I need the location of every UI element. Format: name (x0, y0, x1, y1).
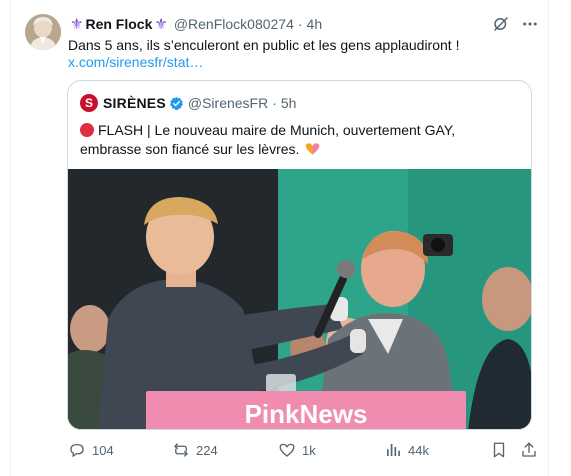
quote-author-name[interactable]: SIRÈNES (103, 95, 166, 111)
tweet-header: ⚜ Ren Flock ⚜ @RenFlock080274 · 4h (68, 14, 322, 34)
reply-icon (70, 444, 84, 458)
avatar[interactable] (25, 14, 61, 50)
like-count: 1k (302, 442, 316, 458)
quote-time[interactable]: 5h (281, 95, 297, 111)
tweet-link[interactable]: x.com/sirenesfr/stat… (68, 53, 203, 72)
quote-text: FLASH | Le nouveau maire de Munich, ouve… (80, 121, 520, 159)
reply-count: 104 (92, 442, 114, 458)
more-icon[interactable] (521, 15, 539, 33)
quote-header: S SIRÈNES @SirenesFR · 5h (80, 93, 296, 113)
share-icon (522, 442, 536, 457)
views-count: 44k (408, 442, 429, 458)
pinknews-caption: PinkNews (245, 399, 368, 429)
tweet-time[interactable]: 4h (307, 16, 323, 32)
separator-dot: · (272, 95, 277, 111)
heart-icon (279, 443, 295, 457)
red-circle-icon (80, 123, 94, 137)
repost-button[interactable]: 224 (172, 440, 218, 460)
quoted-tweet[interactable]: S SIRÈNES @SirenesFR · 5h FLASH | Le nou… (67, 80, 532, 430)
repost-count: 224 (196, 442, 218, 458)
grok-icon[interactable] (492, 15, 510, 33)
separator-dot: · (297, 16, 303, 32)
views-button[interactable]: 44k (384, 440, 429, 460)
author-handle[interactable]: @RenFlock080274 (174, 16, 294, 32)
quote-text-body: FLASH | Le nouveau maire de Munich, ouve… (80, 122, 456, 157)
verified-badge-icon (169, 96, 183, 110)
share-button[interactable] (520, 440, 538, 460)
fleur-de-lis-icon: ⚜ (154, 16, 168, 33)
bookmark-icon (493, 442, 505, 458)
action-bar: 104 224 1k 44k (68, 440, 538, 462)
like-button[interactable]: 1k (278, 440, 316, 460)
sirenes-logo[interactable]: S (80, 94, 98, 112)
author-name[interactable]: Ren Flock (85, 16, 152, 32)
fleur-de-lis-icon: ⚜ (70, 16, 84, 33)
kiss-emoji-icon (305, 142, 320, 156)
views-icon (387, 444, 400, 456)
bookmark-button[interactable] (490, 440, 508, 460)
quote-author-handle[interactable]: @SirenesFR (188, 95, 268, 111)
repost-icon (174, 443, 188, 457)
quote-media-image[interactable]: PinkNews (68, 169, 531, 429)
reply-button[interactable]: 104 (68, 440, 114, 460)
